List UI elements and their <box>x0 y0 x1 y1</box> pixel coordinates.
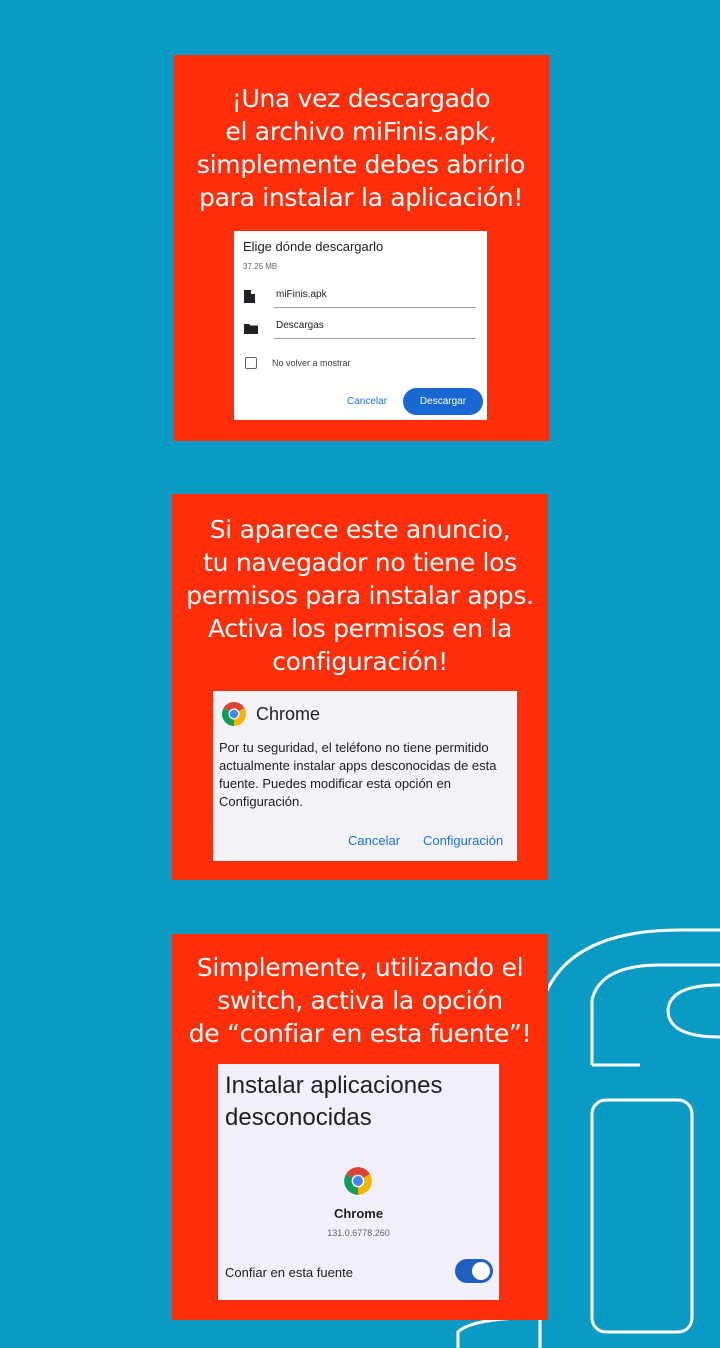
download-dialog-screenshot: Elige dónde descargarlo 37.25 MB miFinis… <box>234 231 487 420</box>
checkbox-label: No volver a mostrar <box>272 358 351 368</box>
chrome-icon <box>343 1166 373 1201</box>
title-line: Instalar aplicaciones <box>225 1072 443 1099</box>
folder-icon <box>244 321 258 339</box>
permissions-warning-card: Si aparece este anuncio, tu navegador no… <box>172 494 548 880</box>
app-name: Chrome <box>333 1206 384 1221</box>
heading-line: Si aparece este anuncio, <box>209 515 511 544</box>
cancel-button[interactable]: Cancelar <box>348 833 400 848</box>
dont-show-again-checkbox[interactable] <box>245 357 257 369</box>
heading-line: tu navegador no tiene los <box>203 548 517 577</box>
heading-line: switch, activa la opción <box>217 986 503 1015</box>
trust-source-card: Simplemente, utilizando el switch, activ… <box>172 934 548 1320</box>
heading-line: el archivo miFinis.apk, <box>225 117 497 146</box>
heading-line: para instalar la aplicación! <box>199 183 523 212</box>
heading-line: simplemente debes abrirlo <box>196 150 526 179</box>
card1-heading: ¡Una vez descargado el archivo miFinis.a… <box>173 82 549 214</box>
security-message: Por tu seguridad, el teléfono no tiene p… <box>219 740 497 809</box>
unknown-apps-settings-screenshot: Instalar aplicaciones desconocidas Chrom… <box>218 1064 499 1300</box>
trust-source-label: Confiar en esta fuente <box>225 1265 353 1280</box>
download-instructions-card: ¡Una vez descargado el archivo miFinis.a… <box>173 55 549 441</box>
card3-heading: Simplemente, utilizando el switch, activ… <box>172 951 548 1050</box>
field-underline <box>274 307 476 308</box>
file-name-field[interactable]: miFinis.apk <box>244 288 476 308</box>
app-name: Chrome <box>256 704 321 724</box>
folder-name-value: Descargas <box>276 320 324 331</box>
card2-heading: Si aparece este anuncio, tu navegador no… <box>172 513 548 678</box>
heading-line: Activa los permisos en la <box>207 614 513 643</box>
toggle-knob <box>472 1262 490 1280</box>
file-size: 37.25 MB <box>243 262 278 271</box>
heading-line: ¡Una vez descargado <box>231 84 491 113</box>
trust-source-toggle[interactable] <box>455 1259 493 1283</box>
chrome-icon <box>221 701 247 732</box>
settings-title: Instalar aplicaciones desconocidas <box>225 1070 442 1134</box>
security-dialog-screenshot: Chrome Por tu seguridad, el teléfono no … <box>213 691 517 861</box>
file-icon <box>244 290 255 308</box>
heading-line: Simplemente, utilizando el <box>196 953 524 982</box>
title-line: desconocidas <box>225 1104 372 1131</box>
cancel-button[interactable]: Cancelar <box>347 396 387 407</box>
settings-button[interactable]: Configuración <box>423 833 503 848</box>
dialog-title: Elige dónde descargarlo <box>243 239 384 254</box>
file-name-value: miFinis.apk <box>276 289 327 300</box>
download-button[interactable]: Descargar <box>403 388 483 415</box>
heading-line: permisos para instalar apps. <box>186 581 534 610</box>
heading-line: configuración! <box>272 647 448 676</box>
heading-line: de “confiar en esta fuente”! <box>188 1019 532 1048</box>
folder-field[interactable]: Descargas <box>244 319 476 339</box>
field-underline <box>274 338 476 339</box>
app-version: 131.0.6778.260 <box>327 1228 390 1238</box>
